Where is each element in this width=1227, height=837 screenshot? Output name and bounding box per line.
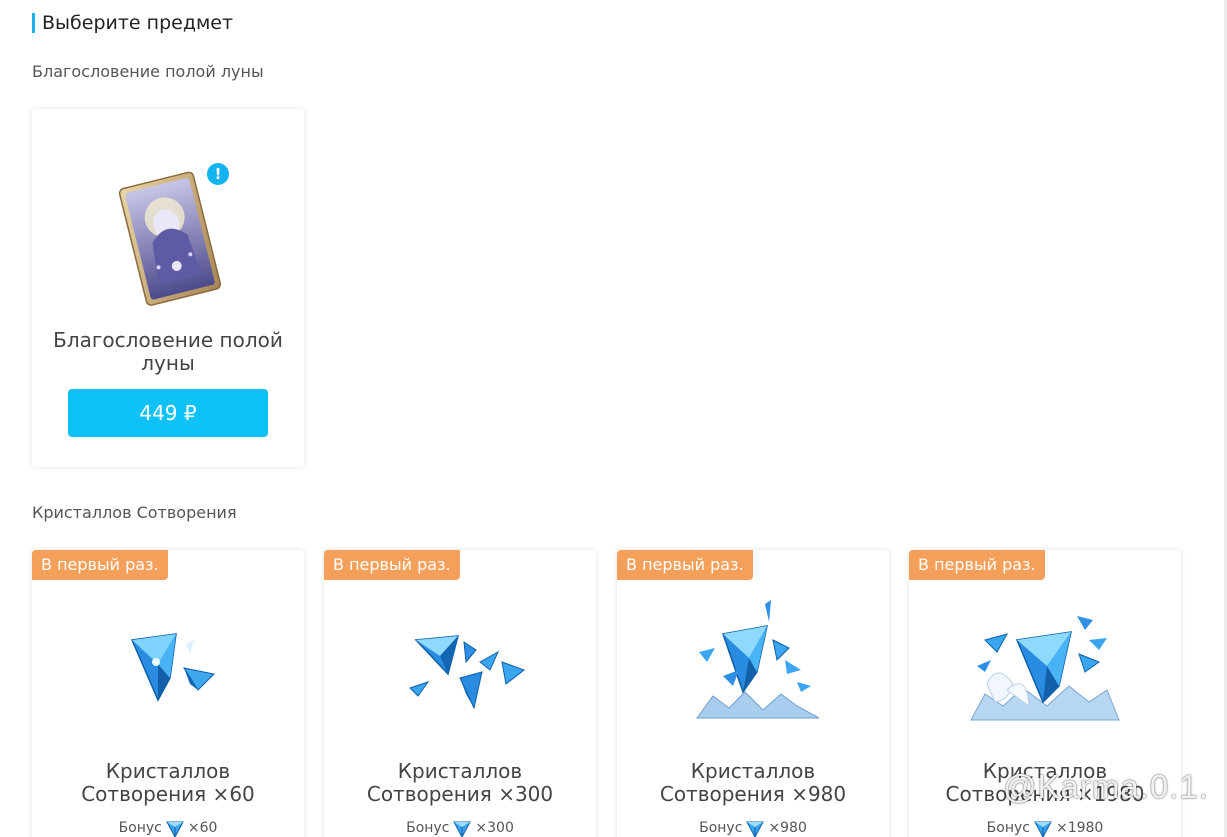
first-purchase-badge: В первый раз.	[617, 550, 753, 580]
first-purchase-badge: В первый раз.	[909, 550, 1045, 580]
card-name: Кристаллов Сотворения ×980	[659, 759, 847, 806]
bonus-amount: ×300	[475, 820, 514, 836]
watermark: @Karma.0.1.	[1003, 768, 1209, 805]
crystal-icon	[165, 818, 185, 837]
shop-page: Выберите предмет Благословение полой лун…	[0, 0, 1227, 837]
exclamation-icon: !	[207, 163, 229, 185]
crystal-icon	[452, 818, 472, 837]
crystal-icon	[745, 818, 765, 837]
bonus-line: Бонус ×60	[32, 818, 304, 837]
bonus-line: Бонус ×1980	[909, 818, 1181, 837]
product-card-crystals-980[interactable]: В первый раз. Кристаллов Сотворения ×980…	[617, 550, 889, 837]
card-name: Кристаллов Сотворения ×60	[81, 759, 255, 806]
bonus-amount: ×60	[187, 820, 218, 836]
buy-button[interactable]: 449 ₽	[68, 389, 268, 437]
section-label-crystals: Кристаллов Сотворения	[32, 503, 237, 522]
bonus-amount: ×1980	[1055, 820, 1104, 836]
product-card-crystals-60[interactable]: В первый раз. Кристаллов Сотворения ×60 …	[32, 550, 304, 837]
first-purchase-badge: В первый раз.	[324, 550, 460, 580]
bonus-label: Бонус	[986, 820, 1030, 836]
product-card-crystals-300[interactable]: В первый раз. Кристаллов Сотворения ×300…	[324, 550, 596, 837]
bonus-label: Бонус	[118, 820, 162, 836]
welkin-moon-card-icon	[114, 169, 224, 309]
genesis-crystal-icon	[967, 610, 1123, 725]
header-accent-bar	[32, 13, 35, 33]
product-card-moon[interactable]: ! Благословение полой луны 449 ₽	[32, 109, 304, 467]
section-label-moon: Благословение полой луны	[32, 62, 264, 81]
genesis-crystal-icon	[402, 622, 532, 722]
bonus-label: Бонус	[699, 820, 743, 836]
card-name: Кристаллов Сотворения ×300	[366, 759, 554, 806]
bonus-line: Бонус ×300	[324, 818, 596, 837]
page-header: Выберите предмет	[32, 12, 233, 34]
page-title: Выберите предмет	[42, 12, 234, 34]
genesis-crystal-icon	[118, 614, 228, 714]
genesis-crystal-icon	[693, 600, 823, 725]
card-name: Благословение полой луны	[53, 328, 283, 375]
bonus-amount: ×980	[768, 820, 807, 836]
crystal-icon	[1033, 818, 1053, 837]
bonus-label: Бонус	[406, 820, 450, 836]
bonus-line: Бонус ×980	[617, 818, 889, 837]
first-purchase-badge: В первый раз.	[32, 550, 168, 580]
